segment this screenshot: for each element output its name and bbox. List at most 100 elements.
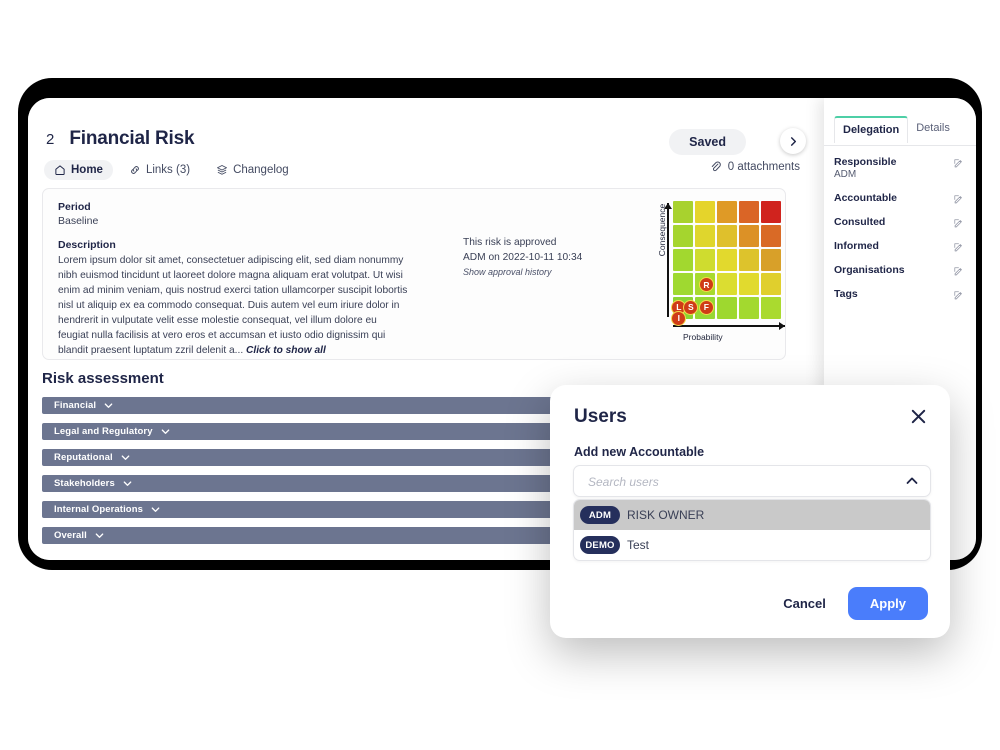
tab-delegation-label: Delegation <box>843 124 900 136</box>
matrix-cell <box>717 297 737 319</box>
avatar: ADM <box>580 506 620 524</box>
matrix-cell <box>739 297 759 319</box>
show-all-link[interactable]: Click to show all <box>246 345 326 356</box>
edit-pencil-icon <box>954 291 962 300</box>
edit-accountable-button[interactable] <box>953 192 964 204</box>
matrix-cell <box>739 249 759 271</box>
consequence-axis-label: Consequence <box>657 203 667 257</box>
edit-consulted-button[interactable] <box>953 216 964 228</box>
edit-pencil-icon <box>954 159 962 168</box>
probability-axis-label: Probability <box>683 332 723 342</box>
attachments-label: 0 attachments <box>727 160 800 173</box>
matrix-cell <box>695 201 715 223</box>
modal-title: Users <box>574 406 627 427</box>
delegation-row-label: Informed <box>834 240 879 252</box>
nav-tab-changelog[interactable]: Changelog <box>206 160 299 180</box>
matrix-cell <box>761 249 781 271</box>
description-text: Lorem ipsum dolor sit amet, consectetuer… <box>58 253 408 358</box>
description-fields: Period Baseline Description Lorem ipsum … <box>58 201 408 358</box>
consequence-axis <box>664 203 671 317</box>
risk-assessment-row-label: Financial <box>54 400 97 411</box>
edit-tags-button[interactable] <box>953 288 964 300</box>
delegation-rows: Responsible ADM Accountable Consulted Inform… <box>834 156 968 312</box>
matrix-marker-f[interactable]: F <box>698 299 714 315</box>
nav-tab-links[interactable]: Links (3) <box>119 160 200 180</box>
page-header: 2 Financial Risk Saved Home Links (3) Ch… <box>28 98 824 184</box>
matrix-cell <box>717 273 737 295</box>
tab-details[interactable]: Details <box>908 116 958 143</box>
matrix-marker-i[interactable]: I <box>671 310 687 326</box>
edit-organisations-button[interactable] <box>953 264 964 276</box>
approval-status: This risk is approved <box>463 237 557 248</box>
matrix-cell <box>739 225 759 247</box>
matrix-marker-s[interactable]: S <box>683 299 699 315</box>
chevron-down-icon <box>151 507 160 512</box>
user-option-name: RISK OWNER <box>627 508 705 522</box>
matrix-marker-r[interactable]: R <box>698 277 714 293</box>
nav-tab-links-label: Links (3) <box>145 164 191 176</box>
approval-history-link[interactable]: Show approval history <box>463 267 618 277</box>
search-input[interactable] <box>586 466 890 498</box>
matrix-cell <box>717 225 737 247</box>
delegation-row-tags: Tags <box>834 288 968 300</box>
paperclip-icon <box>711 161 721 172</box>
probability-axis <box>673 322 785 329</box>
attachments-button[interactable]: 0 attachments <box>709 160 800 173</box>
risk-matrix-chart: Consequence Probability RLSFI <box>643 201 788 349</box>
close-icon[interactable] <box>909 407 928 426</box>
nav-tab-changelog-label: Changelog <box>233 164 289 176</box>
cancel-button[interactable]: Cancel <box>775 590 834 617</box>
matrix-cell <box>761 273 781 295</box>
avatar: DEMO <box>580 536 620 554</box>
matrix-cell <box>717 201 737 223</box>
edit-pencil-icon <box>954 195 962 204</box>
user-option[interactable]: ADM RISK OWNER <box>574 500 930 530</box>
delegation-row-accountable: Accountable <box>834 192 968 204</box>
edit-informed-button[interactable] <box>953 240 964 252</box>
chevron-down-icon <box>104 403 113 408</box>
chevron-down-icon <box>123 481 132 486</box>
delegation-row-label: Responsible <box>834 156 897 168</box>
edit-pencil-icon <box>954 243 962 252</box>
chevron-down-icon <box>161 429 169 434</box>
search-users-box[interactable] <box>573 465 931 498</box>
users-dropdown-list[interactable]: ADM RISK OWNER DEMO Test <box>573 499 931 561</box>
apply-button[interactable]: Apply <box>847 587 928 620</box>
matrix-cell <box>717 249 737 271</box>
chevron-down-icon <box>121 455 130 460</box>
period-value: Baseline <box>58 215 99 227</box>
chevron-right-icon <box>790 136 796 146</box>
matrix-cell <box>673 201 693 223</box>
period-label: Period <box>58 201 91 213</box>
side-panel-divider <box>824 145 976 146</box>
risk-assessment-row-label: Stakeholders <box>54 478 115 489</box>
modal-subtitle: Add new Accountable <box>574 445 705 459</box>
home-icon <box>55 165 65 175</box>
approval-block: This risk is approved ADM on 2022-10-11 … <box>463 235 618 277</box>
modal-footer: Cancel Apply <box>775 587 928 620</box>
user-option[interactable]: DEMO Test <box>574 530 930 560</box>
link-icon <box>131 166 139 174</box>
risk-assessment-row-label: Internal Operations <box>54 504 144 515</box>
matrix-cell <box>739 201 759 223</box>
users-modal: Users Add new Accountable ADM RISK OWNER D… <box>550 385 950 638</box>
approval-meta: ADM on 2022-10-11 10:34 <box>463 252 583 263</box>
side-panel-tabs: Delegation Details <box>834 116 958 143</box>
panel-toggle-button[interactable] <box>780 128 806 154</box>
page-title: Financial Risk <box>69 128 195 149</box>
layers-icon <box>217 165 228 175</box>
tab-delegation[interactable]: Delegation <box>834 116 909 143</box>
chevron-up-icon[interactable] <box>906 476 918 485</box>
edit-responsible-button[interactable] <box>953 156 964 168</box>
risk-assessment-row-label: Reputational <box>54 452 113 463</box>
matrix-cell <box>739 273 759 295</box>
risk-assessment-row-label: Legal and Regulatory <box>54 426 153 437</box>
saved-button[interactable]: Saved <box>669 129 746 155</box>
edit-pencil-icon <box>954 219 962 228</box>
edit-pencil-icon <box>954 267 962 276</box>
nav-tab-home-label: Home <box>71 164 103 176</box>
matrix-cell <box>673 225 693 247</box>
description-label: Description <box>58 239 116 251</box>
nav-tab-home[interactable]: Home <box>44 160 113 180</box>
delegation-row-informed: Informed <box>834 240 968 252</box>
